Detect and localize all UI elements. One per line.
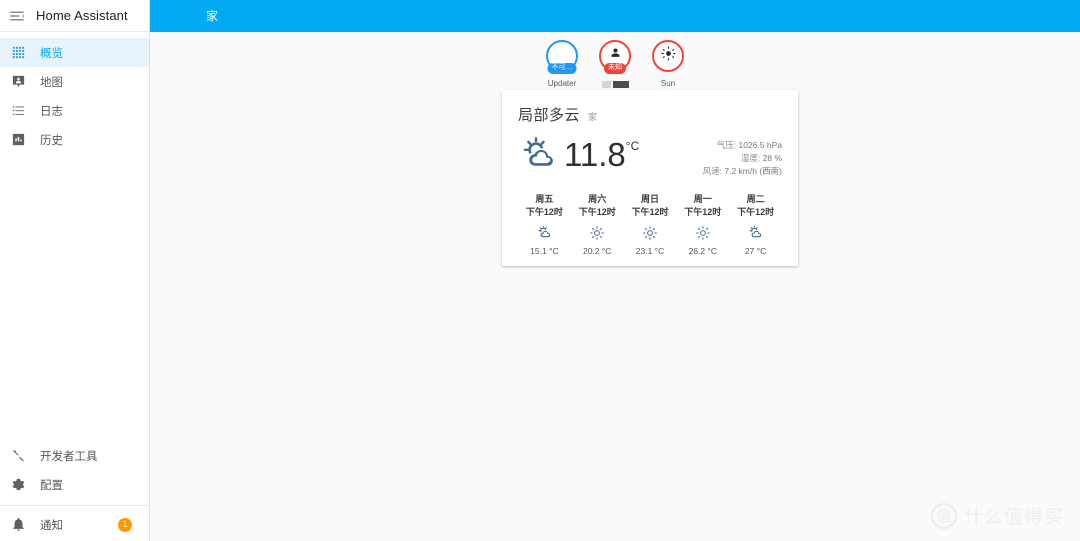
forecast-time: 下午12时 [684, 206, 722, 217]
weather-partly-cloudy-icon [518, 222, 571, 244]
view-dashboard-icon [10, 44, 27, 61]
forecast-day: 周二 [746, 193, 765, 204]
sidebar-item-label: 配置 [40, 479, 63, 492]
attribute-label: 气压: [716, 140, 737, 150]
redaction-block [612, 80, 629, 88]
forecast-temperature: 26.2 °C [688, 245, 718, 256]
sidebar-item-developer-tools[interactable]: 开发者工具 [0, 441, 149, 470]
sidebar: Home Assistant 概览 地图 日志 历史 开发者工具 配置 通知 1 [0, 0, 150, 541]
weather-partly-cloudy-icon [518, 133, 560, 175]
attribute-value: 7.2 km/h (西南) [724, 166, 782, 177]
temperature-value: 11.8 [564, 135, 626, 173]
forecast-time: 下午12时 [737, 206, 775, 217]
sidebar-item-label: 地图 [40, 76, 63, 89]
weather-card[interactable]: 局部多云 家 11.8 °C 气压: 1026.5 hPa 湿度: 28 % 风… [502, 90, 798, 266]
sidebar-item-configuration[interactable]: 配置 [0, 470, 149, 499]
sidebar-header: Home Assistant [0, 0, 149, 32]
sidebar-item-label: 日志 [40, 105, 63, 118]
forecast-item: 周二 下午12时 27 °C [729, 193, 782, 256]
sidebar-nav: 概览 地图 日志 历史 [0, 32, 149, 154]
forecast-item: 周五 下午12时 15.1 °C [518, 193, 571, 256]
bell-icon [10, 516, 27, 533]
badge-circle: 未知 [599, 40, 631, 74]
watermark: 值 什么值得买 [930, 502, 1064, 529]
forecast-day: 周日 [640, 193, 659, 204]
app-title: Home Assistant [36, 8, 128, 23]
redaction-block [601, 80, 611, 88]
badge-circle: 不可… [546, 40, 578, 74]
map-marker-account-icon [10, 73, 27, 90]
weather-partly-cloudy-icon [729, 222, 782, 244]
weather-condition: 局部多云 [518, 107, 581, 124]
forecast-item: 周日 下午12时 23.1 °C [624, 193, 677, 256]
badge-person[interactable]: 未知 [595, 40, 635, 88]
home-assistant-app: Home Assistant 概览 地图 日志 历史 开发者工具 配置 通知 1… [0, 0, 1080, 541]
sidebar-item-label: 开发者工具 [40, 450, 98, 463]
forecast-time: 下午12时 [578, 206, 616, 217]
badge-circle [652, 40, 684, 72]
forecast-time: 下午12时 [525, 206, 563, 217]
sidebar-bottom: 开发者工具 配置 通知 1 [0, 441, 149, 541]
weather-current: 11.8 °C [518, 133, 703, 175]
format-list-bulleted-icon [10, 102, 27, 119]
main-content: 家 不可… Updater 未知 Sun 局部多云 家 11.8 °C 气压: … [150, 0, 1080, 541]
weather-sunny-icon [624, 222, 677, 244]
forecast-day: 周一 [693, 193, 712, 204]
weather-attributes: 气压: 1026.5 hPa 湿度: 28 % 风速: 7.2 km/h (西南… [703, 133, 782, 179]
weather-sunny-icon [571, 222, 624, 244]
sidebar-item-label: 历史 [40, 134, 63, 147]
temperature-unit: °C [625, 138, 640, 153]
entity-badges-row: 不可… Updater 未知 Sun [150, 32, 1080, 88]
badge-state-chip: 未知 [604, 63, 626, 74]
forecast-temperature: 23.1 °C [635, 245, 665, 256]
menu-open-icon[interactable] [8, 7, 26, 25]
watermark-text: 什么值得买 [963, 507, 1064, 528]
forecast-time: 下午12时 [631, 206, 669, 217]
forecast-temperature: 15.1 °C [530, 245, 559, 256]
badge-state-chip: 不可… [547, 63, 577, 74]
forecast-day: 周六 [588, 193, 607, 204]
badge-label: Updater [547, 79, 577, 88]
badge-updater[interactable]: 不可… Updater [542, 40, 582, 88]
top-toolbar: 家 [150, 0, 1080, 32]
sidebar-item-label: 概览 [40, 47, 63, 60]
chart-box-icon [10, 131, 27, 148]
forecast-temperature: 27 °C [744, 245, 767, 256]
weather-attribute-pressure: 气压: 1026.5 hPa [703, 139, 782, 152]
badge-label-redacted [601, 80, 629, 88]
weather-sunny-icon [676, 222, 729, 244]
watermark-logo: 值 [930, 502, 957, 529]
attribute-label: 风速: [702, 166, 722, 177]
sun-icon [660, 45, 677, 67]
weather-location: 家 [588, 112, 598, 122]
weather-body: 11.8 °C 气压: 1026.5 hPa 湿度: 28 % 风速: 7.2 k… [518, 133, 782, 179]
sidebar-divider [0, 505, 149, 506]
sidebar-item-label: 通知 [40, 519, 63, 532]
sidebar-item-notifications[interactable]: 通知 1 [0, 510, 149, 539]
forecast-item: 周一 下午12时 26.2 °C [676, 193, 729, 256]
forecast-item: 周六 下午12时 20.2 °C [571, 193, 624, 256]
weather-attribute-wind: 风速: 7.2 km/h (西南) [703, 165, 782, 178]
hammer-wrench-icon [10, 447, 27, 464]
attribute-value: 1026.5 hPa [738, 140, 782, 150]
attribute-label: 湿度: [740, 153, 761, 164]
forecast-temperature: 20.2 °C [582, 245, 612, 256]
weather-attribute-humidity: 湿度: 28 % [703, 152, 782, 165]
forecast-day: 周五 [535, 193, 554, 204]
weather-header: 局部多云 家 [518, 104, 782, 125]
tab-home[interactable]: 家 [200, 0, 224, 32]
cog-icon [10, 476, 27, 493]
sidebar-item-logbook[interactable]: 日志 [0, 96, 149, 125]
badge-label: Sun [660, 79, 676, 88]
badge-sun[interactable]: Sun [648, 40, 688, 88]
weather-forecast: 周五 下午12时 15.1 °C 周六 下午12时 20.2 °C 周日 下午1… [518, 193, 782, 256]
attribute-value: 28 % [762, 153, 782, 164]
sidebar-item-history[interactable]: 历史 [0, 125, 149, 154]
weather-temperature: 11.8 °C [564, 138, 639, 171]
sidebar-item-overview[interactable]: 概览 [0, 38, 149, 67]
notification-count-badge: 1 [118, 517, 132, 532]
sidebar-item-map[interactable]: 地图 [0, 67, 149, 96]
